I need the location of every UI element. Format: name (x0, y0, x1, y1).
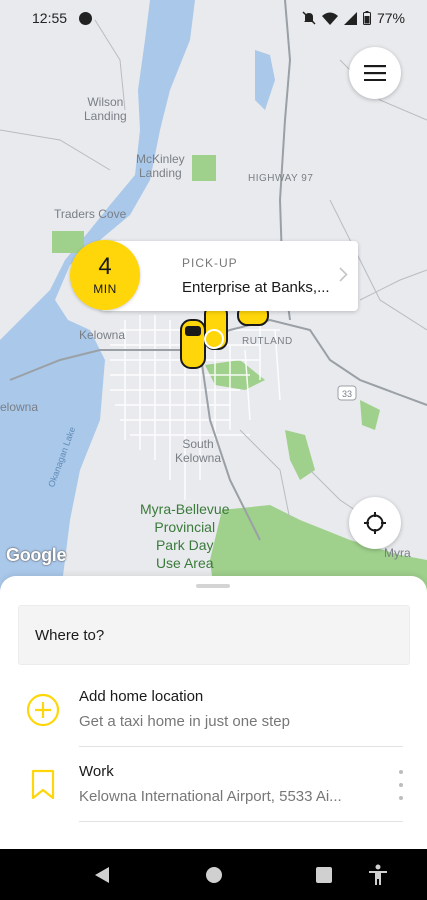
map-label-traders-cove: Traders Cove (54, 207, 127, 221)
bottom-sheet: Where to? Add home location Get a taxi h… (0, 576, 427, 849)
bookmark-icon (31, 769, 55, 800)
home-circle-icon (206, 867, 222, 883)
pickup-label: PICK-UP (182, 256, 238, 270)
back-button[interactable] (90, 863, 114, 887)
where-to-input[interactable]: Where to? (18, 605, 410, 665)
eta-value: 4 (98, 253, 112, 280)
status-time: 12:55 (32, 10, 68, 26)
pickup-address: Enterprise at Banks,... (182, 279, 330, 296)
eta-unit: MIN (93, 282, 117, 296)
menu-button[interactable] (349, 47, 401, 99)
accessibility-button[interactable] (366, 863, 390, 887)
recents-button[interactable] (312, 863, 336, 887)
more-options-button[interactable] (397, 770, 405, 800)
google-logo: Google (6, 545, 67, 565)
status-bar: 12:55 77% (0, 0, 427, 36)
add-home-row[interactable]: Add home location Get a taxi home in jus… (0, 673, 427, 747)
work-subtitle: Kelowna International Airport, 5533 Ai..… (79, 788, 342, 805)
hamburger-icon (364, 65, 386, 81)
work-title: Work (79, 763, 114, 780)
map-label-kelowna: Kelowna (79, 328, 126, 342)
battery-percent: 77% (376, 10, 405, 26)
eta-badge: 4 MIN (70, 240, 140, 310)
signal-icon (343, 11, 357, 25)
chevron-right-icon (339, 267, 348, 282)
pickup-bubble[interactable]: PICK-UP Enterprise at Banks,... 4 MIN (70, 240, 358, 311)
map-label-highway: HIGHWAY 97 (248, 173, 314, 184)
wifi-icon (321, 12, 338, 25)
map-label-mckinley-landing: McKinley Landing (136, 152, 185, 180)
add-home-title: Add home location (79, 688, 204, 705)
crosshair-icon (364, 512, 386, 534)
my-location-button[interactable] (349, 497, 401, 549)
back-triangle-icon (95, 867, 109, 883)
battery-icon (362, 11, 371, 25)
mute-icon (302, 11, 316, 25)
add-home-subtitle: Get a taxi home in just one step (79, 713, 290, 730)
accessibility-icon (369, 864, 387, 885)
map-label-south-kelowna: South Kelowna (175, 437, 222, 465)
map-label-park: Myra-Bellevue Provincial Park Day Use Ar… (140, 501, 230, 571)
map-label-rutland: RUTLAND (242, 336, 293, 347)
home-button[interactable] (202, 863, 226, 887)
map-label-west-kelowna: elowna (0, 400, 39, 414)
system-nav-bar (0, 849, 427, 900)
map-label-wilson-landing: Wilson Landing (84, 95, 127, 123)
sheet-drag-handle[interactable] (196, 584, 230, 588)
row-divider (79, 821, 403, 822)
map-label-myra: Myra (384, 546, 411, 560)
app-notification-icon (79, 11, 93, 25)
row-divider (79, 746, 403, 747)
where-to-placeholder: Where to? (35, 626, 105, 644)
work-row[interactable]: Work Kelowna International Airport, 5533… (0, 748, 427, 822)
recents-square-icon (316, 867, 332, 883)
route-33-shield: 33 (341, 389, 352, 399)
add-circle-icon (26, 693, 60, 727)
